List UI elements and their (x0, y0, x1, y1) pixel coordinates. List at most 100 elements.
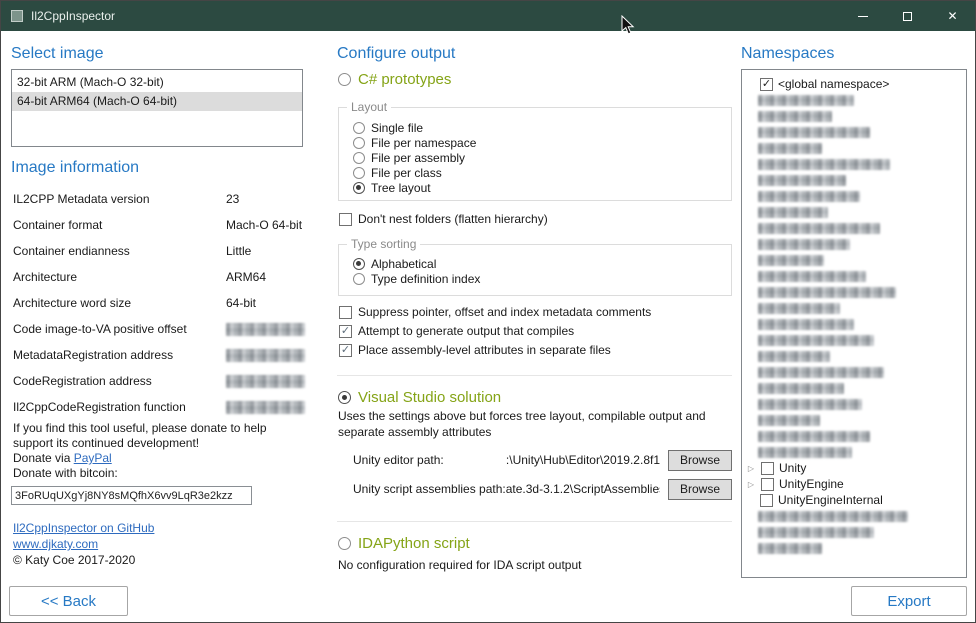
namespace-item-redacted[interactable] (742, 540, 966, 556)
info-value: 23 (226, 192, 239, 206)
layout-option-single-file[interactable]: Single file (353, 120, 731, 135)
redacted-text (758, 431, 870, 442)
namespace-item-unityengineinternal[interactable]: UnityEngineInternal (742, 492, 966, 508)
namespaces-list: ✓ <global namespace> ▷ Unity ▷ (741, 69, 967, 578)
namespace-item-redacted[interactable] (742, 284, 966, 300)
script-assemblies-path-value: ate.3d-3.1.2\ScriptAssemblies (506, 482, 660, 496)
redacted-text (758, 111, 832, 122)
namespace-item-redacted[interactable] (742, 220, 966, 236)
export-button[interactable]: Export (851, 586, 967, 616)
flatten-checkbox[interactable]: Don't nest folders (flatten hierarchy) (339, 211, 548, 227)
namespace-item-unityengine[interactable]: ▷ UnityEngine (742, 476, 966, 492)
radio-selected-icon (353, 258, 365, 270)
namespace-item-redacted[interactable] (742, 268, 966, 284)
type-sorting-group-label: Type sorting (347, 237, 420, 251)
radio-selected-icon (353, 182, 365, 194)
separate-attributes-checkbox[interactable]: ✓ Place assembly-level attributes in sep… (339, 342, 611, 358)
sorting-option-alphabetical[interactable]: Alphabetical (353, 256, 731, 271)
window-title: Il2CppInspector (31, 9, 115, 23)
radio-label: Tree layout (371, 181, 431, 195)
idapython-script-radio[interactable]: IDAPython script (338, 535, 470, 552)
namespace-item-redacted[interactable] (742, 444, 966, 460)
radio-label: File per namespace (371, 136, 476, 150)
info-label: MetadataRegistration address (13, 348, 226, 362)
namespace-item-redacted[interactable] (742, 332, 966, 348)
radio-label: Type definition index (371, 272, 480, 286)
namespace-item-redacted[interactable] (742, 524, 966, 540)
visual-studio-solution-radio[interactable]: Visual Studio solution (338, 389, 501, 406)
redacted-text (758, 95, 854, 106)
back-button[interactable]: << Back (9, 586, 128, 616)
website-link[interactable]: www.djkaty.com (13, 536, 98, 552)
namespace-item-redacted[interactable] (742, 428, 966, 444)
image-listbox: 32-bit ARM (Mach-O 32-bit) 64-bit ARM64 … (11, 69, 303, 147)
radio-icon (353, 122, 365, 134)
namespace-item-redacted[interactable] (742, 204, 966, 220)
redacted-text (758, 447, 852, 458)
redacted-text (758, 255, 824, 266)
namespace-item-redacted[interactable] (742, 412, 966, 428)
maximize-button[interactable] (885, 1, 930, 31)
browse-editor-path-button[interactable]: Browse (668, 450, 732, 471)
layout-option-file-per-class[interactable]: File per class (353, 165, 731, 180)
namespace-item-redacted[interactable] (742, 140, 966, 156)
namespace-item-redacted[interactable] (742, 300, 966, 316)
expand-arrow-icon[interactable]: ▷ (746, 464, 756, 473)
github-link[interactable]: Il2CppInspector on GitHub (13, 520, 154, 536)
namespace-item-redacted[interactable] (742, 172, 966, 188)
script-assemblies-path-row: Unity script assemblies path: ate.3d-3.1… (353, 478, 732, 500)
redacted-text (758, 319, 854, 330)
minimize-button[interactable] (840, 1, 885, 31)
bitcoin-address-input[interactable] (11, 486, 252, 505)
namespace-item-unity[interactable]: ▷ Unity (742, 460, 966, 476)
image-list-item-selected[interactable]: 64-bit ARM64 (Mach-O 64-bit) (12, 92, 302, 111)
radio-label: Alphabetical (371, 257, 436, 271)
redacted-value (226, 323, 305, 336)
namespace-item-redacted[interactable] (742, 508, 966, 524)
namespace-item-redacted[interactable] (742, 396, 966, 412)
namespace-item-redacted[interactable] (742, 236, 966, 252)
namespace-item-redacted[interactable] (742, 108, 966, 124)
namespace-item-global[interactable]: ✓ <global namespace> (742, 76, 966, 92)
namespace-item-redacted[interactable] (742, 380, 966, 396)
compile-output-checkbox[interactable]: ✓ Attempt to generate output that compil… (339, 323, 574, 339)
image-list-item[interactable]: 32-bit ARM (Mach-O 32-bit) (12, 73, 302, 92)
info-row: IL2CPP Metadata version23 (13, 192, 305, 218)
namespace-item-redacted[interactable] (742, 364, 966, 380)
unity-editor-path-value: :\Unity\Hub\Editor\2019.2.8f1 (444, 453, 660, 467)
redacted-text (758, 351, 830, 362)
radio-icon (353, 137, 365, 149)
checkbox-icon (761, 478, 774, 491)
redacted-text (758, 239, 850, 250)
namespace-item-redacted[interactable] (742, 348, 966, 364)
namespace-item-redacted[interactable] (742, 92, 966, 108)
paypal-link[interactable]: PayPal (74, 451, 112, 465)
close-button[interactable]: ✕ (930, 1, 975, 31)
info-label: Il2CppCodeRegistration function (13, 400, 226, 414)
namespace-label: <global namespace> (778, 77, 889, 91)
radio-icon (353, 152, 365, 164)
redacted-text (758, 399, 862, 410)
namespace-item-redacted[interactable] (742, 252, 966, 268)
namespace-item-redacted[interactable] (742, 124, 966, 140)
redacted-text (758, 127, 870, 138)
separate-attributes-label: Place assembly-level attributes in separ… (358, 343, 611, 357)
layout-option-tree-layout[interactable]: Tree layout (353, 180, 731, 195)
namespace-label: Unity (779, 461, 806, 475)
radio-icon (338, 537, 351, 550)
namespace-item-redacted[interactable] (742, 188, 966, 204)
namespace-item-redacted[interactable] (742, 156, 966, 172)
namespace-item-redacted[interactable] (742, 316, 966, 332)
visual-studio-solution-label: Visual Studio solution (358, 389, 501, 406)
csharp-prototypes-radio[interactable]: C# prototypes (338, 71, 451, 88)
suppress-metadata-checkbox[interactable]: Suppress pointer, offset and index metad… (339, 304, 651, 320)
expand-arrow-icon[interactable]: ▷ (746, 480, 756, 489)
checkbox-icon (761, 462, 774, 475)
browse-assemblies-path-button[interactable]: Browse (668, 479, 732, 500)
redacted-text (758, 543, 822, 554)
sorting-option-type-definition-index[interactable]: Type definition index (353, 271, 731, 286)
layout-option-file-per-namespace[interactable]: File per namespace (353, 135, 731, 150)
checkbox-icon (339, 306, 352, 319)
layout-option-file-per-assembly[interactable]: File per assembly (353, 150, 731, 165)
info-row: Container formatMach-O 64-bit (13, 218, 305, 244)
